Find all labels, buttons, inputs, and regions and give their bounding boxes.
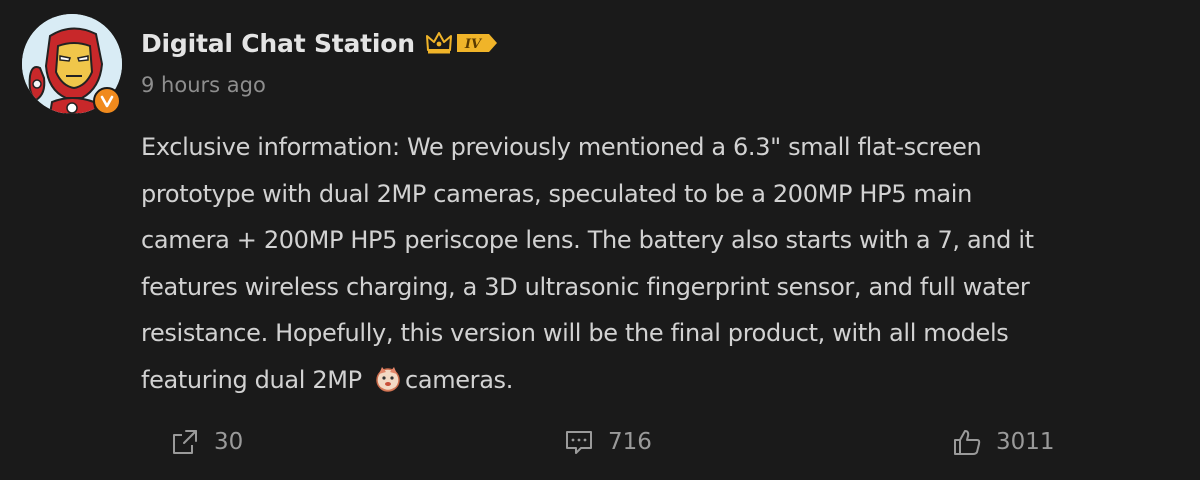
author-name[interactable]: Digital Chat Station [141, 29, 415, 58]
author-row: Digital Chat Station IV [141, 24, 499, 62]
doge-emoji-icon [373, 363, 403, 393]
thumbs-up-icon [952, 427, 982, 457]
post-body: Exclusive information: We previously men… [141, 124, 1197, 403]
share-button[interactable]: 30 [170, 420, 243, 464]
share-icon [170, 427, 200, 457]
comment-icon [564, 427, 594, 457]
post-text-fragment: cameras. [405, 365, 513, 394]
verified-v-icon [93, 87, 121, 115]
post-text-line: features wireless charging, a 3D ultraso… [141, 272, 1030, 301]
post-timestamp: 9 hours ago [141, 73, 266, 97]
crown-icon [425, 30, 453, 56]
post-text-last-line: featuring dual 2MP cameras. [141, 357, 1197, 404]
share-count: 30 [214, 429, 244, 455]
post-text-line: resistance. Hopefully, this version will… [141, 319, 1009, 347]
like-count: 3011 [996, 429, 1055, 455]
post-text-line: Exclusive information: We previously men… [141, 133, 982, 161]
weibo-post-card: Digital Chat Station IV 9 hours ago Excl… [0, 0, 1200, 480]
post-text-line: camera + 200MP HP5 periscope lens. The b… [141, 226, 1034, 254]
level-badge-label: IV [464, 37, 483, 52]
post-text-fragment: featuring dual 2MP [141, 365, 370, 394]
comment-count: 716 [608, 429, 652, 455]
like-button[interactable]: 3011 [952, 420, 1055, 464]
level-badge[interactable]: IV [455, 32, 499, 54]
comment-button[interactable]: 716 [564, 420, 652, 464]
post-text-line: prototype with dual 2MP cameras, specula… [141, 179, 972, 208]
